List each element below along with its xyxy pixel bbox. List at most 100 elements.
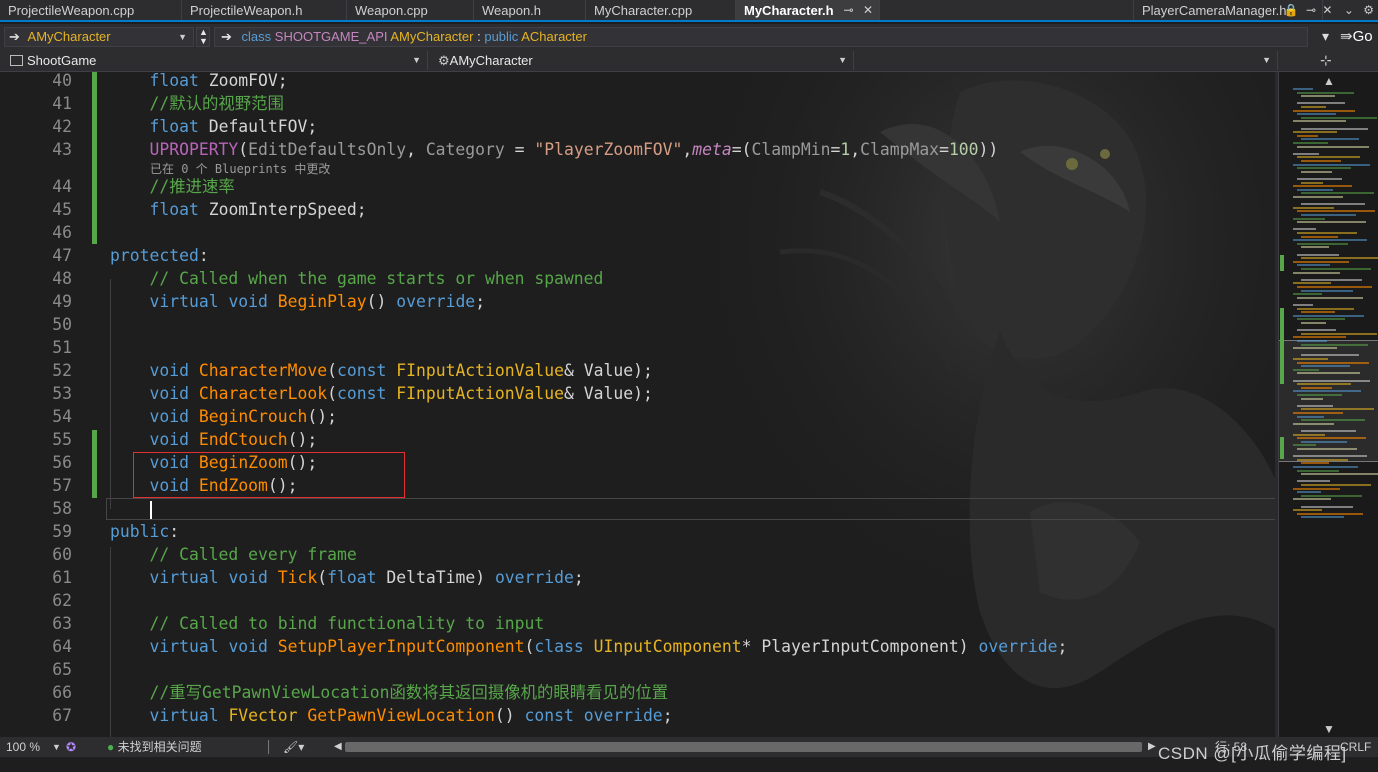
code-line[interactable]: 40 float ZoomFOV; — [0, 72, 1278, 92]
close-icon[interactable]: ✕ — [1322, 3, 1332, 17]
code-line[interactable]: 58 — [0, 497, 1278, 520]
issues-indicator[interactable]: ● 未找到相关问题 — [107, 737, 202, 757]
code-line[interactable]: 45 float ZoomInterpSpeed; — [0, 198, 1278, 221]
code-editor[interactable]: 已在 0 个 Blueprints 中更改 40 float ZoomFOV; 4… — [0, 72, 1278, 737]
pin-icon[interactable]: ⊸ — [1306, 3, 1316, 17]
sig-macro: SHOOTGAME_API — [274, 29, 388, 44]
code-line[interactable]: 46 — [0, 221, 1278, 244]
code-text[interactable]: //默认的视野范围 — [110, 92, 283, 115]
code-line[interactable]: 63 // Called to bind functionality to in… — [0, 612, 1278, 635]
code-line[interactable]: 43 UPROPERTY(EditDefaultsOnly, Category … — [0, 138, 1278, 161]
chevron-down-icon[interactable]: ⌄ — [1344, 3, 1354, 17]
function-dropdown[interactable]: ▼ — [858, 51, 1278, 70]
close-icon[interactable]: ✕ — [863, 3, 873, 17]
minimap-line — [1293, 412, 1343, 414]
zoom-level[interactable]: 100 % — [6, 737, 40, 757]
code-line[interactable]: 47 protected: — [0, 244, 1278, 267]
chevron-down-icon[interactable]: ▾ — [1322, 28, 1329, 45]
code-line[interactable]: 42 float DefaultFOV; — [0, 115, 1278, 138]
code-line[interactable]: 59 public: — [0, 520, 1278, 543]
code-line[interactable]: 56 void BeginZoom(); — [0, 451, 1278, 474]
code-text[interactable]: // Called every frame — [110, 543, 356, 566]
minimap[interactable]: ▲ ▼ — [1278, 72, 1378, 737]
code-text[interactable]: UPROPERTY(EditDefaultsOnly, Category = "… — [110, 138, 998, 161]
code-text[interactable]: float DefaultFOV; — [110, 115, 317, 138]
tab-playercameramanager-h[interactable]: PlayerCameraManager.h 🔒 ⊸ — [1133, 0, 1323, 20]
chevron-left-icon[interactable]: ◀ — [334, 737, 342, 757]
project-dropdown[interactable]: ShootGame ▼ — [4, 51, 428, 70]
line-number: 41 — [52, 94, 72, 113]
minimap-line — [1297, 361, 1369, 364]
code-text[interactable]: //重写GetPawnViewLocation函数将其返回摄像机的眼睛看见的位置 — [110, 681, 668, 704]
chevron-right-icon[interactable]: ▶ — [1148, 737, 1156, 757]
code-line[interactable]: 51 — [0, 336, 1278, 359]
code-text[interactable]: void BeginZoom(); — [110, 451, 317, 474]
code-line[interactable]: 57 void EndZoom(); — [0, 474, 1278, 497]
code-text[interactable]: protected: — [110, 244, 209, 267]
minimap-line — [1293, 109, 1355, 112]
tab-projectileweapon-h[interactable]: ProjectileWeapon.h — [182, 0, 347, 20]
pin-icon[interactable]: ⊸ — [844, 3, 854, 17]
code-text[interactable]: // Called to bind functionality to input — [110, 612, 544, 635]
code-text[interactable]: virtual FVector GetPawnViewLocation() co… — [110, 704, 672, 727]
code-text[interactable]: void CharacterLook(const FInputActionVal… — [110, 382, 652, 405]
code-text[interactable]: void EndCtouch(); — [110, 428, 317, 451]
go-button[interactable]: ⇛Go — [1340, 27, 1373, 45]
code-text[interactable]: //推进速率 — [110, 175, 234, 198]
tab-projectileweapon-cpp[interactable]: ProjectileWeapon.cpp — [0, 0, 182, 20]
code-line[interactable]: 49 virtual void BeginPlay() override; — [0, 290, 1278, 313]
minimap-line — [1297, 437, 1366, 440]
code-line[interactable]: 52 void CharacterMove(const FInputAction… — [0, 359, 1278, 382]
tab-weapon-cpp[interactable]: Weapon.cpp — [347, 0, 474, 20]
code-line[interactable]: 54 void BeginCrouch(); — [0, 405, 1278, 428]
member-dropdown[interactable]: ⚙AMyCharacter ▼ — [432, 51, 854, 70]
chevron-down-icon[interactable]: ▼ — [1323, 722, 1335, 736]
code-text[interactable]: virtual void SetupPlayerInputComponent(c… — [110, 635, 1067, 658]
chevron-up-icon[interactable]: ▲ — [1323, 74, 1335, 88]
code-text[interactable]: virtual void Tick(float DeltaTime) overr… — [110, 566, 583, 589]
code-text[interactable]: // Called when the game starts or when s… — [110, 267, 603, 290]
code-line[interactable]: 62 — [0, 589, 1278, 612]
code-line[interactable]: 60 // Called every frame — [0, 543, 1278, 566]
code-line[interactable]: 65 — [0, 658, 1278, 681]
line-number: 65 — [52, 660, 72, 679]
copilot-icon[interactable]: ✪ — [66, 737, 76, 757]
horizontal-scrollbar[interactable] — [345, 742, 1142, 752]
code-text[interactable]: public: — [110, 520, 179, 543]
code-line[interactable]: 48 // Called when the game starts or whe… — [0, 267, 1278, 290]
code-line[interactable]: 61 virtual void Tick(float DeltaTime) ov… — [0, 566, 1278, 589]
minimap-line — [1297, 156, 1360, 159]
tab-weapon-h[interactable]: Weapon.h — [474, 0, 586, 20]
tab-mycharacter-cpp[interactable]: MyCharacter.cpp — [586, 0, 736, 20]
chevron-down-icon: ▼ — [838, 55, 847, 65]
code-line[interactable]: 55 void EndCtouch(); — [0, 428, 1278, 451]
line-number: 55 — [52, 430, 72, 449]
minimap-line — [1301, 116, 1377, 119]
tab-mycharacter-h[interactable]: MyCharacter.h ⊸ ✕ — [736, 0, 880, 20]
code-text[interactable]: void CharacterMove(const FInputActionVal… — [110, 359, 652, 382]
minimap-line — [1297, 296, 1363, 299]
code-text[interactable]: virtual void BeginPlay() override; — [110, 290, 485, 313]
code-text[interactable]: void BeginCrouch(); — [110, 405, 337, 428]
scope-spinner[interactable]: ▲ ▼ — [196, 27, 210, 47]
code-line[interactable]: 44 //推进速率 — [0, 175, 1278, 198]
code-line[interactable]: 64 virtual void SetupPlayerInputComponen… — [0, 635, 1278, 658]
code-text[interactable]: void EndZoom(); — [110, 474, 297, 497]
split-icon[interactable]: ⊹ — [1320, 52, 1332, 69]
brush-icon[interactable]: 🖌▾ — [283, 737, 304, 757]
code-text[interactable]: float ZoomInterpSpeed; — [110, 198, 366, 221]
minimap-line — [1293, 228, 1316, 231]
chevron-down-icon: ▼ — [412, 55, 421, 65]
code-line[interactable]: 67 virtual FVector GetPawnViewLocation()… — [0, 704, 1278, 727]
signature-bar[interactable]: ➔ class SHOOTGAME_API AMyCharacter : pub… — [214, 27, 1308, 47]
code-text[interactable]: float ZoomFOV; — [110, 72, 287, 92]
code-line[interactable]: 53 void CharacterLook(const FInputAction… — [0, 382, 1278, 405]
chevron-down-icon[interactable]: ▼ — [52, 737, 61, 757]
minimap-line — [1293, 239, 1367, 242]
scope-dropdown[interactable]: ➔ AMyCharacter ▼ — [4, 27, 194, 47]
minimap-line — [1297, 404, 1333, 407]
code-line[interactable]: 50 — [0, 313, 1278, 336]
gear-icon[interactable]: ⚙ — [1363, 3, 1374, 17]
code-line[interactable]: 41 //默认的视野范围 — [0, 92, 1278, 115]
code-line[interactable]: 66 //重写GetPawnViewLocation函数将其返回摄像机的眼睛看见… — [0, 681, 1278, 704]
